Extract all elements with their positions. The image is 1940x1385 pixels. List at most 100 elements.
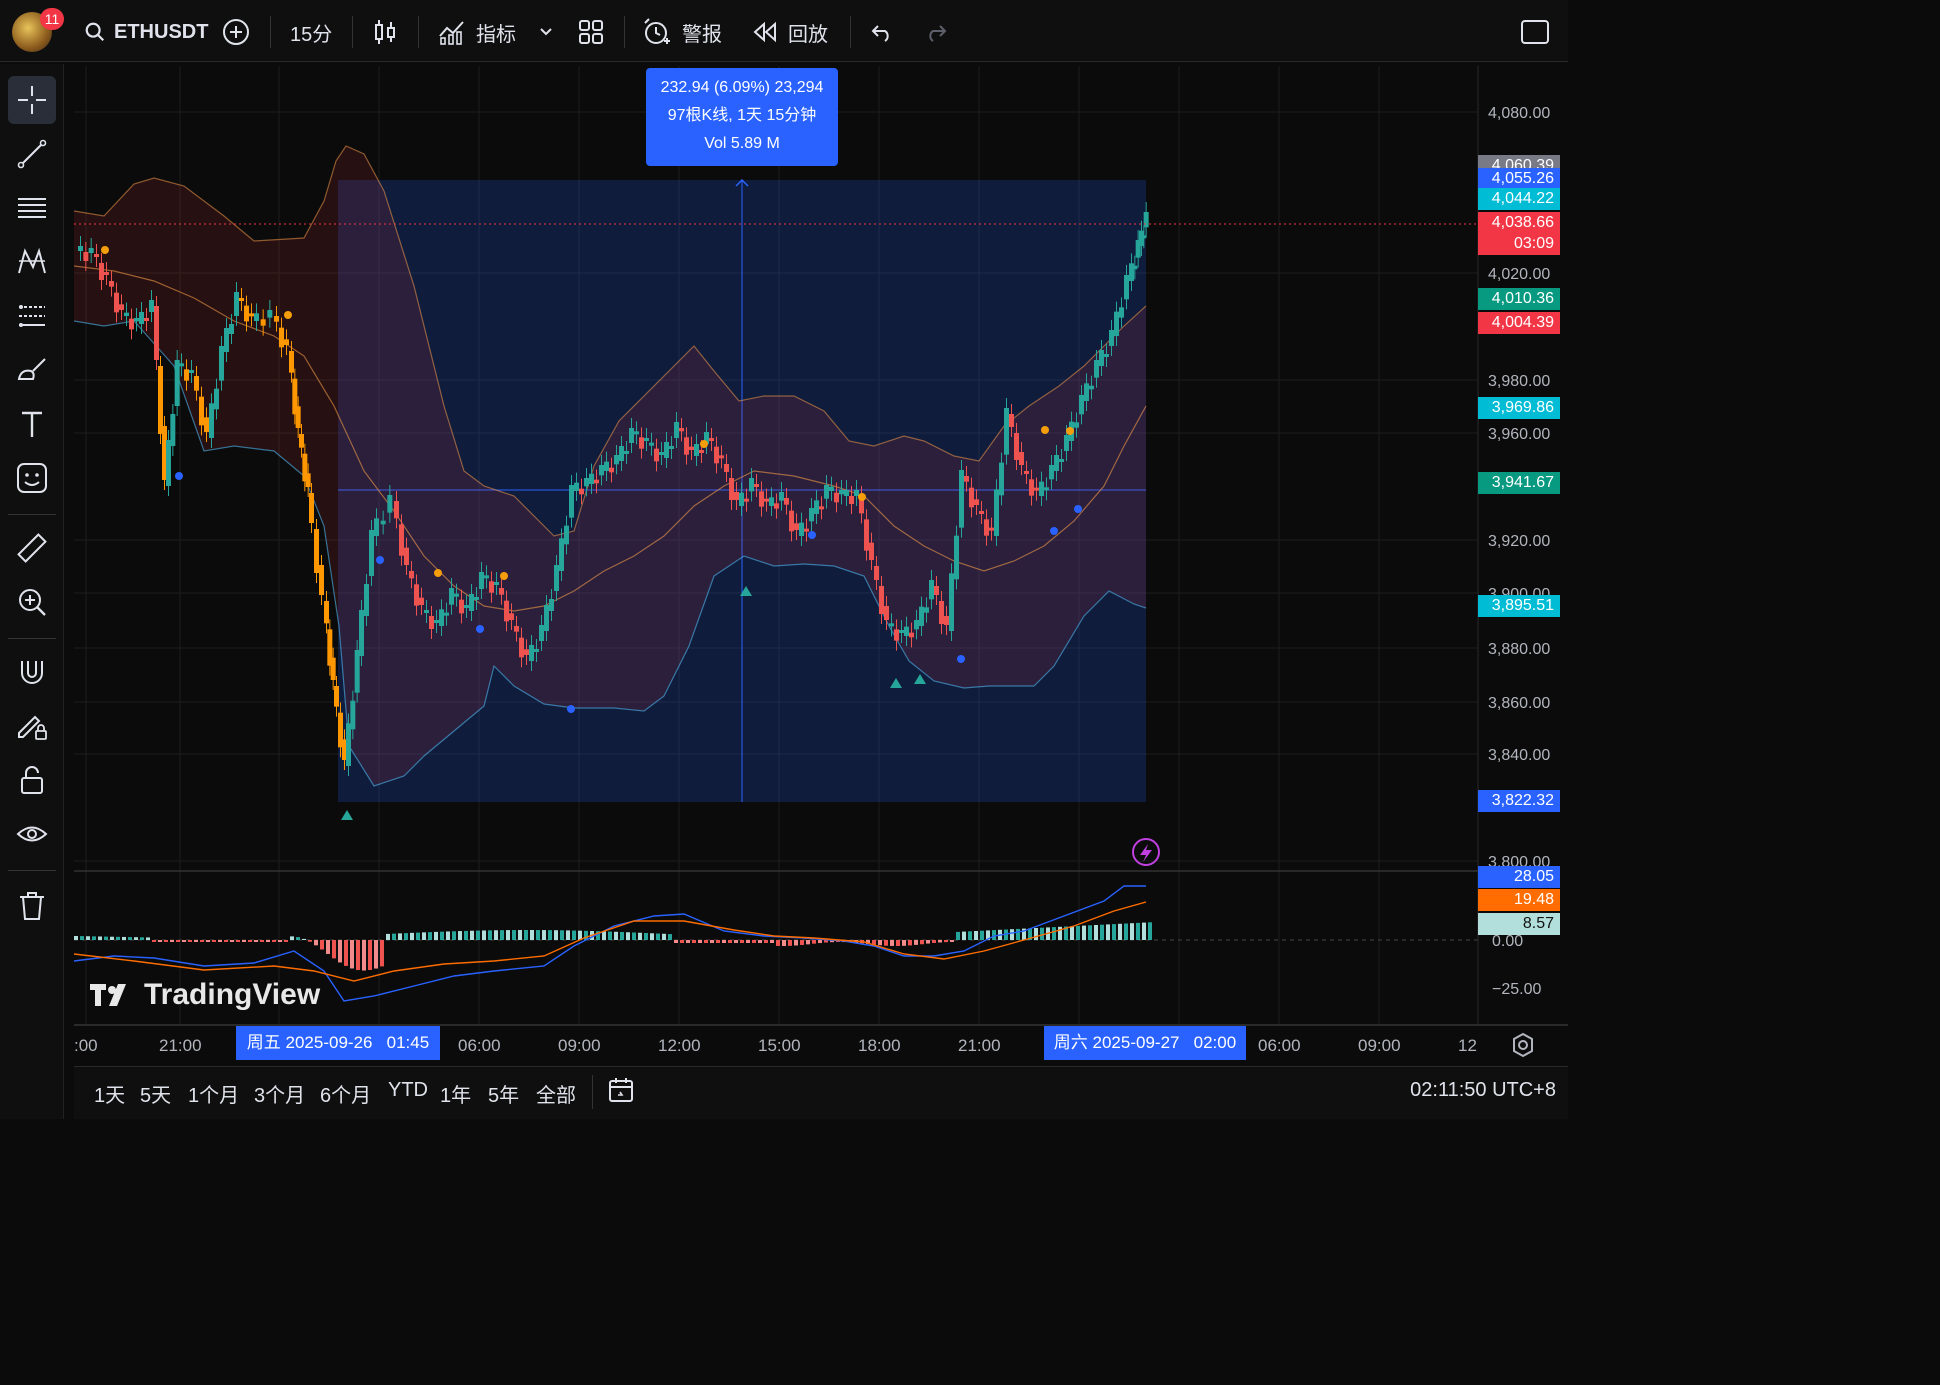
time-axis[interactable]: :00 21:00 06:00 09:00 12:00 15:00 18:00 21:00 06… (74, 1026, 1568, 1064)
brush-tool[interactable] (8, 346, 56, 394)
macd-bar (734, 940, 738, 943)
range-button[interactable]: 1年 (440, 1079, 471, 1108)
trend-line-tool[interactable] (8, 130, 56, 178)
candle-body (1114, 311, 1119, 336)
macd-bar (788, 940, 792, 946)
macd-bar (512, 930, 516, 940)
delete-drawings-tool[interactable] (8, 882, 56, 930)
range-button[interactable]: 5年 (488, 1079, 519, 1108)
zoom-tool[interactable] (8, 578, 56, 626)
macd-bar (350, 940, 354, 969)
macd-bar (104, 936, 108, 940)
candle-body (279, 327, 284, 348)
magnet-tool[interactable] (8, 648, 56, 696)
tv-logo-icon (90, 984, 126, 1006)
candle-body (769, 497, 774, 506)
candle-body (1044, 487, 1049, 491)
fullscreen-button[interactable] (1520, 14, 1550, 50)
horizontal-lines-icon (18, 198, 46, 218)
candle-body (260, 319, 266, 326)
macd-bar (128, 937, 132, 940)
candle-body (579, 488, 584, 495)
compare-symbol-button[interactable] (222, 14, 250, 50)
candle-body (994, 489, 999, 536)
candle-body (309, 493, 314, 523)
macd-bar (110, 936, 114, 940)
range-button[interactable]: 1天 (94, 1079, 125, 1108)
axis-settings-button[interactable] (1510, 1032, 1536, 1063)
undo-button[interactable] (870, 14, 894, 50)
measure-tool[interactable] (8, 524, 56, 572)
candle-body (779, 492, 784, 501)
range-button[interactable]: 1个月 (188, 1079, 239, 1108)
macd-bar (1034, 928, 1038, 940)
clock-readout[interactable]: 02:11:50 UTC+8 (1410, 1079, 1556, 1102)
candle-body (519, 637, 524, 658)
layout-button[interactable] (578, 14, 604, 50)
macd-bar (806, 940, 810, 945)
macd-bar (794, 940, 798, 946)
indicators-button[interactable]: 指标 (438, 14, 516, 50)
macd-bar (740, 940, 744, 943)
replay-button[interactable]: 回放 (752, 14, 828, 50)
forecast-tool[interactable] (8, 292, 56, 340)
candle-body (104, 272, 109, 275)
drawing-toolbar (0, 64, 64, 1119)
fib-tool[interactable] (8, 184, 56, 232)
candle-body (424, 610, 429, 613)
candle-body (295, 406, 301, 428)
lock-drawing-tool[interactable] (8, 702, 56, 750)
macd-bar (206, 940, 210, 942)
macd-bar (74, 936, 78, 940)
candle-body (739, 492, 744, 506)
candle-body (624, 451, 629, 454)
range-button[interactable]: 3个月 (254, 1079, 305, 1108)
redo-button[interactable] (924, 14, 948, 50)
candle-body (944, 616, 949, 625)
tradingview-logo: TradingView (90, 978, 320, 1012)
candle-body (249, 313, 254, 317)
candle-body (849, 496, 854, 504)
hide-drawings-tool[interactable] (8, 810, 56, 858)
macd-bar (542, 930, 546, 940)
candle-body (354, 650, 360, 693)
lock-all-tool[interactable] (8, 756, 56, 804)
candle-body (387, 495, 393, 513)
macd-bar (98, 936, 102, 940)
icon-tool[interactable] (8, 454, 56, 502)
candle-body (474, 597, 479, 600)
range-button[interactable]: 5天 (140, 1079, 171, 1108)
candle-body (179, 363, 184, 367)
range-button[interactable]: 6个月 (320, 1079, 371, 1108)
macd-bar (428, 932, 432, 940)
macd-bar (980, 930, 984, 940)
price-tag: 4,044.22 (1478, 188, 1560, 210)
candle-body (724, 464, 729, 472)
candle-body (699, 450, 704, 453)
candle-body (639, 437, 644, 449)
candle-body (644, 438, 649, 441)
crosshair-tool[interactable] (8, 76, 56, 124)
signal-dot (808, 531, 816, 539)
pattern-tool[interactable] (8, 238, 56, 286)
candle-body (614, 455, 619, 465)
macd-bar (680, 940, 684, 943)
text-tool[interactable] (8, 400, 56, 448)
macd-bar (1010, 929, 1014, 940)
macd-bar (488, 930, 492, 940)
candle-body (1079, 395, 1084, 415)
range-button[interactable]: 全部 (536, 1079, 576, 1108)
chart-type-button[interactable] (372, 14, 398, 50)
candle-body (839, 490, 844, 495)
alert-button[interactable]: 警报 (642, 14, 722, 50)
candle-body (1019, 452, 1024, 465)
symbol-label: ETHUSDT (114, 20, 209, 43)
indicators-dropdown[interactable] (538, 14, 554, 50)
price-chart[interactable]: 4,080.00 4,020.00 3,980.00 3,960.00 3,920.00… (74, 66, 1568, 1026)
time-tick-label: 21:00 (958, 1036, 1001, 1055)
range-button[interactable]: YTD (388, 1079, 428, 1102)
smiley-sticker-icon (17, 463, 47, 493)
symbol-search-button[interactable]: ETHUSDT (84, 14, 208, 50)
interval-button[interactable]: 15分 (290, 14, 332, 50)
go-to-date-button[interactable] (606, 1075, 636, 1110)
